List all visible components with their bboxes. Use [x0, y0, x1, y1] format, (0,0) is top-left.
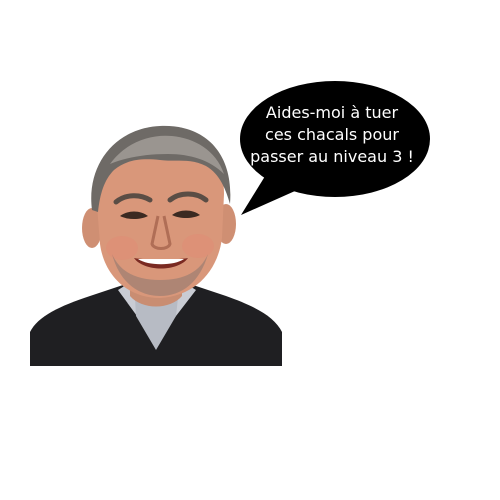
speech-line-3: passer au niveau 3 !: [250, 147, 414, 166]
speech-line-1: Aides-moi à tuer: [265, 103, 399, 122]
meme-canvas: Aides-moi à tuer ces chacals pour passer…: [0, 0, 500, 500]
speech-bubble-text: Aides-moi à tuer ces chacals pour passer…: [244, 102, 420, 168]
speech-line-2: ces chacals pour: [265, 125, 399, 144]
